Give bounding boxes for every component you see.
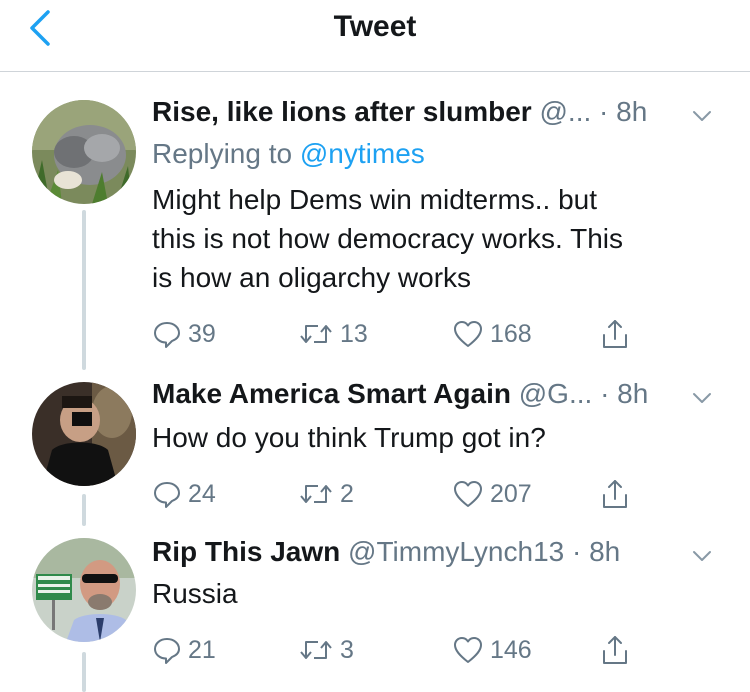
reply-icon [154,322,180,348]
like-button[interactable]: 168 [452,314,532,354]
heart-icon [454,637,482,663]
reply-button[interactable]: 39 [152,314,216,354]
page-title: Tweet [333,10,417,43]
timestamp[interactable]: · 8h [599,96,647,127]
retweet-count: 13 [340,319,368,348]
top-bar: Tweet [0,0,750,72]
display-name[interactable]: Rise, like lions after slumber [152,96,532,127]
user-handle[interactable]: @G... [519,378,593,409]
share-icon [603,480,627,508]
like-count: 207 [490,479,532,508]
heart-icon [454,481,482,507]
timestamp[interactable]: · 8h [600,378,648,409]
like-button[interactable]: 146 [452,630,532,670]
reply-button[interactable]: 24 [152,474,216,514]
share-button[interactable] [600,630,630,670]
tweet-actions: 39 13 168 [152,314,652,354]
like-count: 146 [490,635,532,664]
man-sunglasses-avatar-image [32,538,136,642]
tweet-text-line: is how an oligarchy works [152,262,472,293]
replying-to-handle[interactable]: @nytimes [300,138,425,169]
retweet-icon [300,641,332,659]
display-name[interactable]: Rip This Jawn [152,536,340,567]
reply-count: 39 [188,319,216,348]
replying-to: Replying to @nytimes [152,138,425,170]
tweet-text: How do you think Trump got in? [152,418,712,457]
reply-icon [154,482,180,508]
avatar[interactable] [32,382,136,486]
reply-count: 21 [188,635,216,664]
tweet-actions: 24 2 207 [152,474,652,514]
tweet-text-line: Might help Dems win midterms.. but [152,184,598,215]
replying-to-label: Replying to [152,138,293,169]
chevron-down-icon[interactable] [690,386,714,410]
display-name[interactable]: Make America Smart Again [152,378,511,409]
like-button[interactable]: 207 [452,474,532,514]
thread-line [82,210,86,370]
tweet-text: Russia [152,574,712,613]
timestamp[interactable]: · 8h [572,536,620,567]
tweet-header: Rip This Jawn @TimmyLynch13 · 8h [152,536,740,576]
reply-count: 24 [188,479,216,508]
share-button[interactable] [600,314,630,354]
retweet-count: 2 [340,479,354,508]
tweet-text-line: this is not how democracy works. This [152,223,623,254]
tweet-header: Rise, like lions after slumber @... · 8h [152,96,740,136]
user-handle[interactable]: @... [539,96,591,127]
retweet-icon [300,325,332,343]
retweet-icon [300,485,332,503]
thread-line [82,652,86,692]
tweet-actions: 21 3 146 [152,630,652,670]
tweet-text-line: Russia [152,578,238,609]
selfie-avatar-image [32,382,136,486]
retweet-count: 3 [340,635,354,664]
like-count: 168 [490,319,532,348]
share-icon [603,636,627,664]
cat-avatar-image [32,100,136,204]
share-button[interactable] [600,474,630,514]
thread-line [82,494,86,526]
retweet-button[interactable]: 13 [298,314,368,354]
retweet-button[interactable]: 3 [298,630,354,670]
reply-icon [154,638,180,664]
tweet-text-line: How do you think Trump got in? [152,422,546,453]
tweet-text: Might help Dems win midterms.. but this … [152,180,712,297]
user-handle[interactable]: @TimmyLynch13 [348,536,564,567]
tweet-header: Make America Smart Again @G... · 8h [152,378,740,418]
avatar[interactable] [32,100,136,204]
retweet-button[interactable]: 2 [298,474,354,514]
chevron-down-icon[interactable] [690,104,714,128]
chevron-down-icon[interactable] [690,544,714,568]
avatar[interactable] [32,538,136,642]
reply-button[interactable]: 21 [152,630,216,670]
header-divider [0,71,750,72]
share-icon [603,320,627,348]
heart-icon [454,321,482,347]
